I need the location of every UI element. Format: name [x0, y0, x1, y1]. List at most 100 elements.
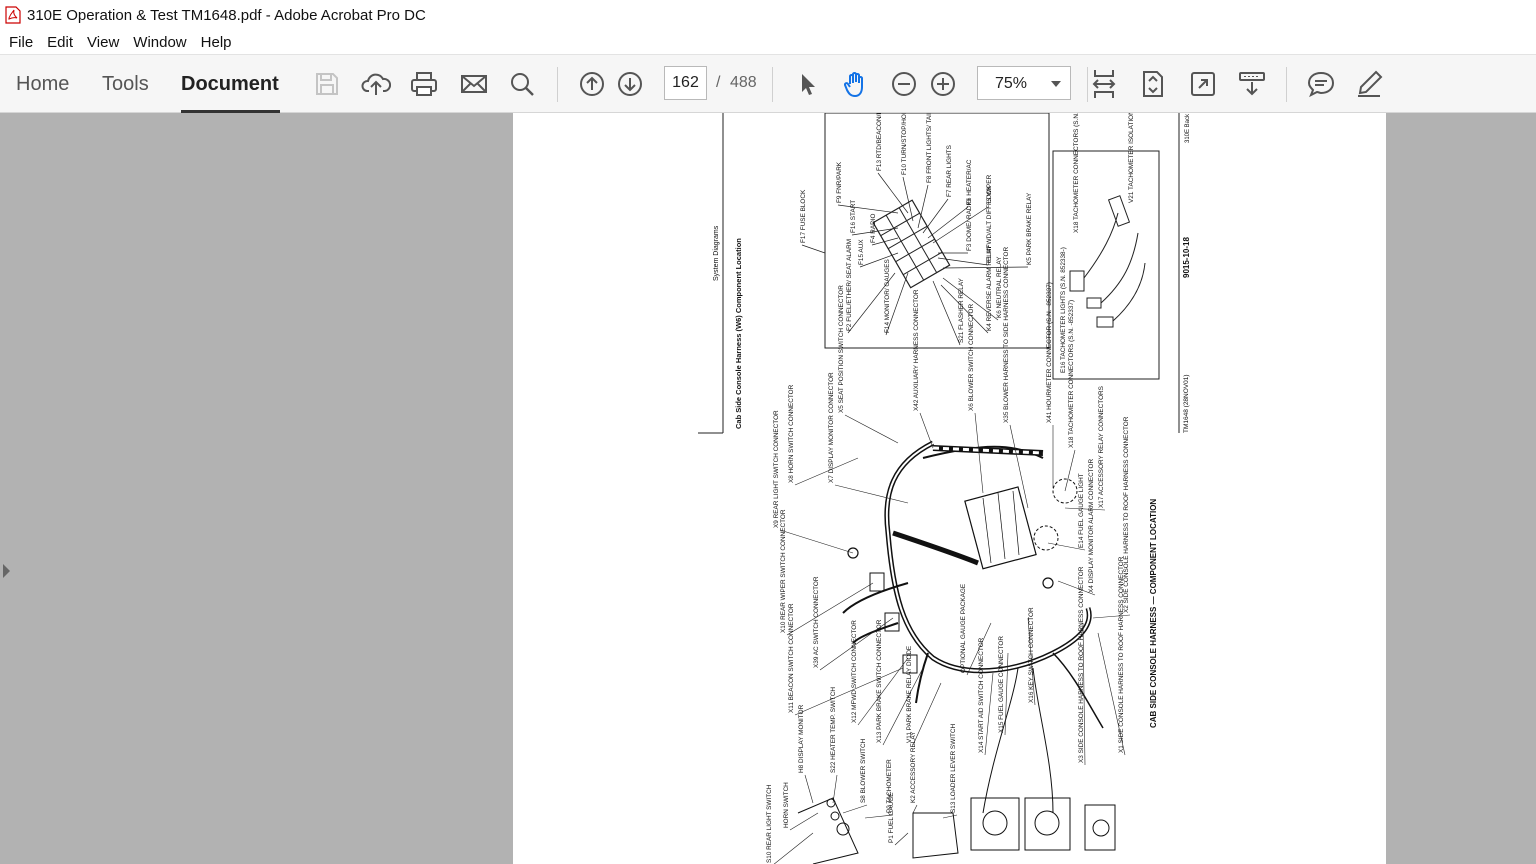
connector-label: P1 FUEL GAUGE — [888, 792, 895, 843]
connector-label: X9 REAR LIGHT SWITCH CONNECTOR — [773, 410, 780, 528]
tachometer-drawing — [1069, 195, 1146, 328]
menu-edit[interactable]: Edit — [40, 34, 80, 51]
connector-label: X35 BLOWER HARNESS TO SIDE HARNESS CONNE… — [1003, 246, 1010, 423]
fuse-label: F9 FNR/PARK — [836, 161, 843, 203]
connector-label: X42 AUXILIARY HARNESS CONNECTOR — [913, 289, 920, 411]
connector-label: X7 DISPLAY MONITOR CONNECTOR — [828, 372, 835, 483]
connector-label: HORN SWITCH — [783, 782, 790, 828]
hand-tool-icon[interactable] — [839, 67, 873, 101]
page-separator: / — [716, 74, 721, 91]
fuse-label: F14 MONITOR/ GAUGES — [884, 259, 891, 333]
tachometer-label: V21 TACHOMETER ISOLATION DIODE — [1128, 113, 1135, 203]
toolbar-divider — [1286, 67, 1287, 102]
toolbar-divider — [772, 67, 773, 102]
fuse-label: F10 TURN/STOP/HORN/ 4-WAY FLASHER — [901, 113, 908, 175]
document-viewer[interactable]: System Diagrams Cab Side Console Harness … — [0, 113, 1536, 864]
upload-icon[interactable] — [359, 67, 393, 101]
connector-label: X16 KEY SWITCH CONNECTOR — [1028, 607, 1035, 703]
connector-label: V11 PARK BRAKE RELAY DIODE — [906, 646, 913, 743]
fuse-label: F7 REAR LIGHTS — [946, 145, 953, 197]
doc-reference: TM1648 (28NOV01) — [1183, 374, 1190, 433]
email-icon[interactable] — [457, 67, 491, 101]
tachometer-label: X18 TACHOMETER CONNECTORS (S.N. -852337) — [1073, 113, 1080, 233]
connector-label: X17 ACCESSORY RELAY CONNECTORS — [1098, 386, 1105, 508]
search-icon[interactable] — [505, 67, 539, 101]
fuse-label: F8 FRONT LIGHTS/ TAIL LIGHTS — [926, 113, 933, 183]
fuse-label: F13 RTD/BEACON/PUMP — [876, 113, 883, 171]
fuse-block-inset — [824, 113, 1050, 349]
connector-label: S22 HEATER TEMP. SWITCH — [830, 687, 837, 773]
page-number-input[interactable]: 162 — [664, 66, 707, 100]
page-code: 9015-10-18 — [1182, 237, 1191, 278]
fuse-label: F3 DOME/ RADIO — [966, 199, 973, 251]
connector-label: X6 BLOWER SWITCH CONNECTOR — [968, 304, 975, 411]
toolbar-divider — [557, 67, 558, 102]
connector-label: E14 FUEL GAUGE LIGHT — [1078, 473, 1085, 548]
page-up-icon[interactable] — [575, 67, 609, 101]
zoom-value: 75% — [995, 75, 1028, 92]
fuse-label: F2 FUEL/ETHER/ SEAT ALARM — [846, 239, 853, 331]
fullscreen-icon[interactable] — [1186, 67, 1220, 101]
select-cursor-icon[interactable] — [790, 67, 824, 101]
connector-label: X39 AC SWITCH CONNECTOR — [813, 576, 820, 668]
side-panel-toggle-icon[interactable] — [3, 564, 10, 578]
pdf-file-icon — [5, 6, 21, 24]
save-icon[interactable] — [310, 67, 344, 101]
fuse-label: F17 FUSE BLOCK — [800, 189, 807, 243]
section-header: System Diagrams — [713, 225, 720, 281]
connector-label: X4 DISPLAY MONITOR ALARM CONNECTOR — [1088, 459, 1095, 593]
chevron-down-icon[interactable] — [1051, 81, 1061, 87]
menu-window[interactable]: Window — [126, 34, 193, 51]
fuse-label: K6 NEUTRAL RELAY — [996, 256, 1003, 318]
tab-document[interactable]: Document — [181, 73, 279, 96]
menu-file[interactable]: File — [2, 34, 40, 51]
connector-label: X3 SIDE CONSOLE HARNESS TO ROOF HARNESS … — [1078, 566, 1085, 763]
comment-icon[interactable] — [1304, 67, 1338, 101]
fit-page-icon[interactable] — [1136, 67, 1170, 101]
page-down-icon[interactable] — [613, 67, 647, 101]
zoom-out-icon[interactable] — [887, 67, 921, 101]
connector-label: X41 HOURMETER CONNECTOR (S.N. -852337) — [1046, 282, 1053, 423]
fuse-label: F16 START — [850, 200, 857, 233]
title-bar: 310E Operation & Test TM1648.pdf - Adobe… — [0, 0, 1536, 30]
menu-bar: File Edit View Window Help — [0, 30, 1536, 54]
fuse-label: F4 RADIO — [870, 213, 877, 243]
connector-label: S8 BLOWER SWITCH — [860, 738, 867, 803]
tab-home[interactable]: Home — [16, 73, 69, 96]
connector-label: K2 ACCESSORY RELAY — [910, 731, 917, 803]
menu-help[interactable]: Help — [194, 34, 239, 51]
tab-tools[interactable]: Tools — [102, 73, 149, 96]
pdf-page[interactable]: System Diagrams Cab Side Console Harness … — [513, 113, 1386, 864]
wiring-diagram: System Diagrams Cab Side Console Harness … — [698, 113, 1191, 864]
fuse-label: K5 PARK BRAKE RELAY — [1026, 192, 1033, 265]
connector-label: X10 REAR WIPER SWITCH CONNECTOR — [780, 509, 787, 633]
connector-label: X13 PARK BRAKE SWITCH CONNECTOR — [876, 619, 883, 743]
print-icon[interactable] — [407, 67, 441, 101]
connector-label: X11 BEACON SWITCH CONNECTOR — [788, 603, 795, 713]
connector-label: H8 DISPLAY MONITOR — [798, 704, 805, 773]
connector-label: X15 FUEL GAUGE CONNECTOR — [998, 636, 1005, 733]
page-display-icon[interactable] — [1087, 67, 1121, 101]
fuse-label: F6 HEATER/AC — [966, 159, 973, 205]
menu-view[interactable]: View — [80, 34, 126, 51]
fuse-label: K4 REVERSE ALARM RELAY — [986, 244, 993, 331]
connector-label: X14 START AID SWITCH CONNECTOR — [978, 637, 985, 753]
connector-label: X8 HORN SWITCH CONNECTOR — [788, 384, 795, 483]
machine-name: 310E Back — [1185, 113, 1191, 143]
connector-label: S13 LOADER LEVER SWITCH — [950, 723, 957, 813]
connector-label: X18 TACHOMETER CONNECTORS (S.N. -852337) — [1068, 300, 1075, 448]
sign-icon[interactable] — [1352, 67, 1386, 101]
main-caption: CAB SIDE CONSOLE HARNESS — COMPONENT LOC… — [1149, 499, 1158, 728]
connector-label: X1 SIDE CONSOLE HARNESS TO ROOF HARNESS … — [1118, 556, 1125, 753]
fuse-label: F15 AUX — [858, 239, 865, 265]
connector-label: OPTIONAL GAUGE PACKAGE — [960, 584, 967, 673]
connector-label: S10 REAR LIGHT SWITCH — [766, 784, 773, 863]
page-total: 488 — [730, 74, 757, 91]
zoom-in-icon[interactable] — [926, 67, 960, 101]
fuse-label: S21 FLASHER RELAY — [958, 277, 965, 343]
read-mode-icon[interactable] — [1235, 67, 1269, 101]
figure-title: Cab Side Console Harness (W6) Component … — [734, 238, 743, 429]
window-title: 310E Operation & Test TM1648.pdf - Adobe… — [27, 6, 426, 24]
zoom-dropdown[interactable]: 75% — [977, 66, 1071, 100]
connector-label: X5 SEAT POSITION SWITCH CONNECTOR — [838, 285, 845, 413]
